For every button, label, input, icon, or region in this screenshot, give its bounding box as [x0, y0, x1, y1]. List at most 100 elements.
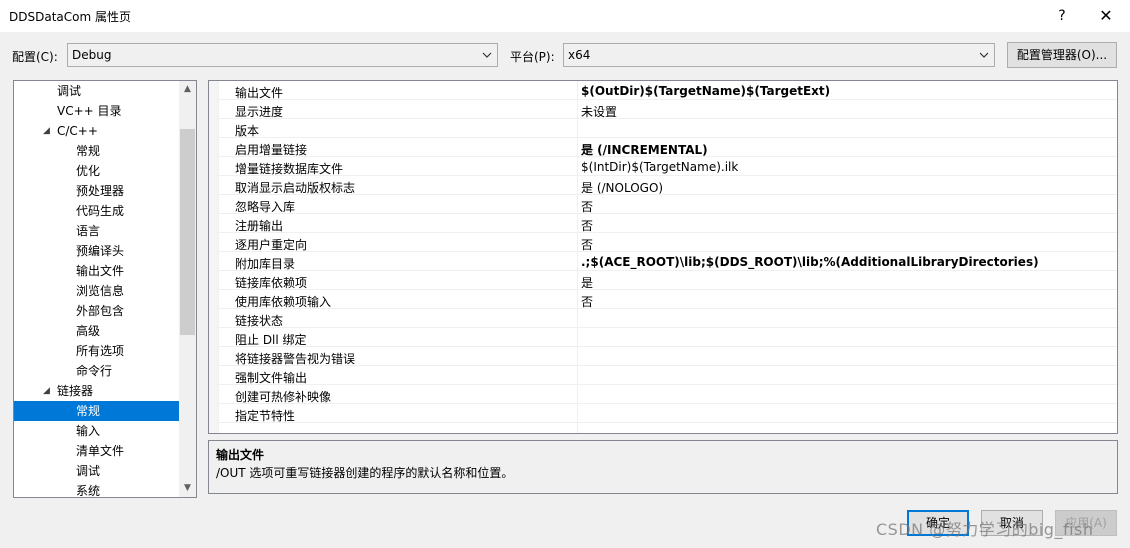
tree-item[interactable]: 外部包含 [14, 301, 180, 321]
tree-item[interactable]: 语言 [14, 221, 180, 241]
property-value[interactable]: 未设置 [581, 103, 617, 120]
tree-item[interactable]: 清单文件 [14, 441, 180, 461]
property-value[interactable]: 是 [581, 274, 593, 291]
platform-dropdown[interactable]: x64 [563, 43, 995, 67]
column-divider[interactable] [577, 81, 578, 433]
scrollbar-thumb[interactable] [180, 129, 195, 335]
property-row[interactable]: 逐用户重定向 否 [219, 233, 1117, 252]
tree-item[interactable]: 高级 [14, 321, 180, 341]
tree-item-label: 外部包含 [76, 304, 125, 318]
scroll-down-icon[interactable]: ▼ [179, 480, 196, 497]
tree-item-label: VC++ 目录 [57, 104, 122, 118]
property-name: 注册输出 [235, 219, 284, 233]
tree-item[interactable]: 调试 [14, 461, 180, 481]
property-name: 链接库依赖项 [235, 276, 308, 290]
tree-item[interactable]: VC++ 目录 [14, 101, 180, 121]
property-value[interactable]: 否 [581, 236, 593, 253]
property-name: 将链接器警告视为错误 [235, 352, 356, 366]
property-value[interactable]: 是 (/NOLOGO) [581, 179, 663, 196]
grid-gutter [209, 81, 219, 433]
property-value[interactable]: $(OutDir)$(TargetName)$(TargetExt) [581, 84, 830, 98]
property-row[interactable]: 强制文件输出 [219, 366, 1117, 385]
property-grid[interactable]: 输出文件 $(OutDir)$(TargetName)$(TargetExt) 显示… [208, 80, 1118, 434]
configuration-manager-button[interactable]: 配置管理器(O)... [1007, 42, 1117, 68]
tree-expander-icon[interactable]: ◢ [43, 121, 50, 141]
property-name: 创建可热修补映像 [235, 390, 332, 404]
property-name: 增量链接数据库文件 [235, 162, 344, 176]
property-name: 使用库依赖项输入 [235, 295, 332, 309]
property-row[interactable]: 显示进度 未设置 [219, 100, 1117, 119]
tree-item-label: 语言 [76, 224, 101, 238]
close-button[interactable]: ✕ [1091, 4, 1121, 28]
platform-label: 平台(P): [510, 50, 555, 64]
tree-item[interactable]: 浏览信息 [14, 281, 180, 301]
property-value[interactable]: 否 [581, 198, 593, 215]
help-button[interactable]: ? [1047, 4, 1077, 28]
property-row[interactable]: 注册输出 否 [219, 214, 1117, 233]
property-value[interactable]: .;$(ACE_ROOT)\lib;$(DDS_ROOT)\lib;%(Addi… [581, 255, 1039, 269]
property-name: 链接状态 [235, 314, 284, 328]
scroll-up-icon[interactable]: ▲ [179, 81, 196, 98]
chevron-down-icon [482, 52, 492, 58]
property-value[interactable]: 否 [581, 293, 593, 310]
property-value[interactable]: 是 (/INCREMENTAL) [581, 141, 708, 158]
property-value[interactable]: 否 [581, 217, 593, 234]
tree-item-label: 清单文件 [76, 444, 125, 458]
tree-item[interactable]: ◢ 链接器 [14, 381, 180, 401]
tree-item[interactable]: 代码生成 [14, 201, 180, 221]
tree-item-label: 输出文件 [76, 264, 125, 278]
tree-item-label: 高级 [76, 324, 101, 338]
tree-item[interactable]: 预编译头 [14, 241, 180, 261]
platform-value: x64 [568, 48, 591, 62]
property-row[interactable]: 创建可热修补映像 [219, 385, 1117, 404]
tree-scrollbar[interactable]: ▲ ▼ [179, 81, 196, 497]
category-tree[interactable]: 调试 VC++ 目录 ◢ C/C++ 常规 优化 预处理器 代码生成 语言 预编译头 输出文件 浏览信… [13, 80, 197, 498]
tree-item[interactable]: 输入 [14, 421, 180, 441]
tree-item-label: 浏览信息 [76, 284, 125, 298]
property-row[interactable]: 链接库依赖项 是 [219, 271, 1117, 290]
title-bar: DDSDataCom 属性页 ? ✕ [0, 0, 1130, 32]
tree-item[interactable]: 所有选项 [14, 341, 180, 361]
tree-expander-icon[interactable]: ◢ [43, 381, 50, 401]
tree-item-label: 调试 [76, 464, 101, 478]
property-row[interactable]: 启用增量链接 是 (/INCREMENTAL) [219, 138, 1117, 157]
property-row[interactable]: 版本 [219, 119, 1117, 138]
property-name: 取消显示启动版权标志 [235, 181, 356, 195]
property-row[interactable]: 链接状态 [219, 309, 1117, 328]
tree-item[interactable]: 系统 [14, 481, 180, 498]
property-row[interactable]: 附加库目录 .;$(ACE_ROOT)\lib;$(DDS_ROOT)\lib;%… [219, 252, 1117, 271]
tree-item-label: 所有选项 [76, 344, 125, 358]
tree-item[interactable]: 预处理器 [14, 181, 180, 201]
tree-item[interactable]: 命令行 [14, 361, 180, 381]
tree-item[interactable]: 输出文件 [14, 261, 180, 281]
property-row[interactable]: 忽略导入库 否 [219, 195, 1117, 214]
description-text: /OUT 选项可重写链接器创建的程序的默认名称和位置。 [216, 466, 514, 480]
tree-item-label: C/C++ [57, 124, 98, 138]
property-row[interactable]: 将链接器警告视为错误 [219, 347, 1117, 366]
property-row[interactable]: 指定节特性 [219, 404, 1117, 423]
property-name: 忽略导入库 [235, 200, 296, 214]
property-row[interactable]: 使用库依赖项输入 否 [219, 290, 1117, 309]
tree-item[interactable]: 常规 [14, 141, 180, 161]
tree-item-label: 预编译头 [76, 244, 125, 258]
chevron-down-icon [979, 52, 989, 58]
tree-item[interactable]: 常规 [14, 401, 180, 421]
property-row[interactable]: 输出文件 $(OutDir)$(TargetName)$(TargetExt) [219, 81, 1117, 100]
tree-item-label: 优化 [76, 164, 101, 178]
tree-item-label: 系统 [76, 484, 101, 498]
tree-item[interactable]: ◢ C/C++ [14, 121, 180, 141]
property-row[interactable]: 增量链接数据库文件 $(IntDir)$(TargetName).ilk [219, 157, 1117, 176]
tree-item-label: 常规 [76, 144, 101, 158]
property-name: 启用增量链接 [235, 143, 308, 157]
tree-item-label: 输入 [76, 424, 101, 438]
tree-item[interactable]: 调试 [14, 81, 180, 101]
configuration-bar: 配置(C): Debug 平台(P): x64 配置管理器(O)... [0, 40, 1130, 70]
configuration-label: 配置(C): [12, 50, 58, 64]
configuration-dropdown[interactable]: Debug [67, 43, 498, 67]
property-row[interactable]: 阻止 Dll 绑定 [219, 328, 1117, 347]
property-name: 版本 [235, 124, 260, 138]
property-value[interactable]: $(IntDir)$(TargetName).ilk [581, 160, 738, 174]
tree-item[interactable]: 优化 [14, 161, 180, 181]
configuration-value: Debug [72, 48, 112, 62]
property-row[interactable]: 取消显示启动版权标志 是 (/NOLOGO) [219, 176, 1117, 195]
